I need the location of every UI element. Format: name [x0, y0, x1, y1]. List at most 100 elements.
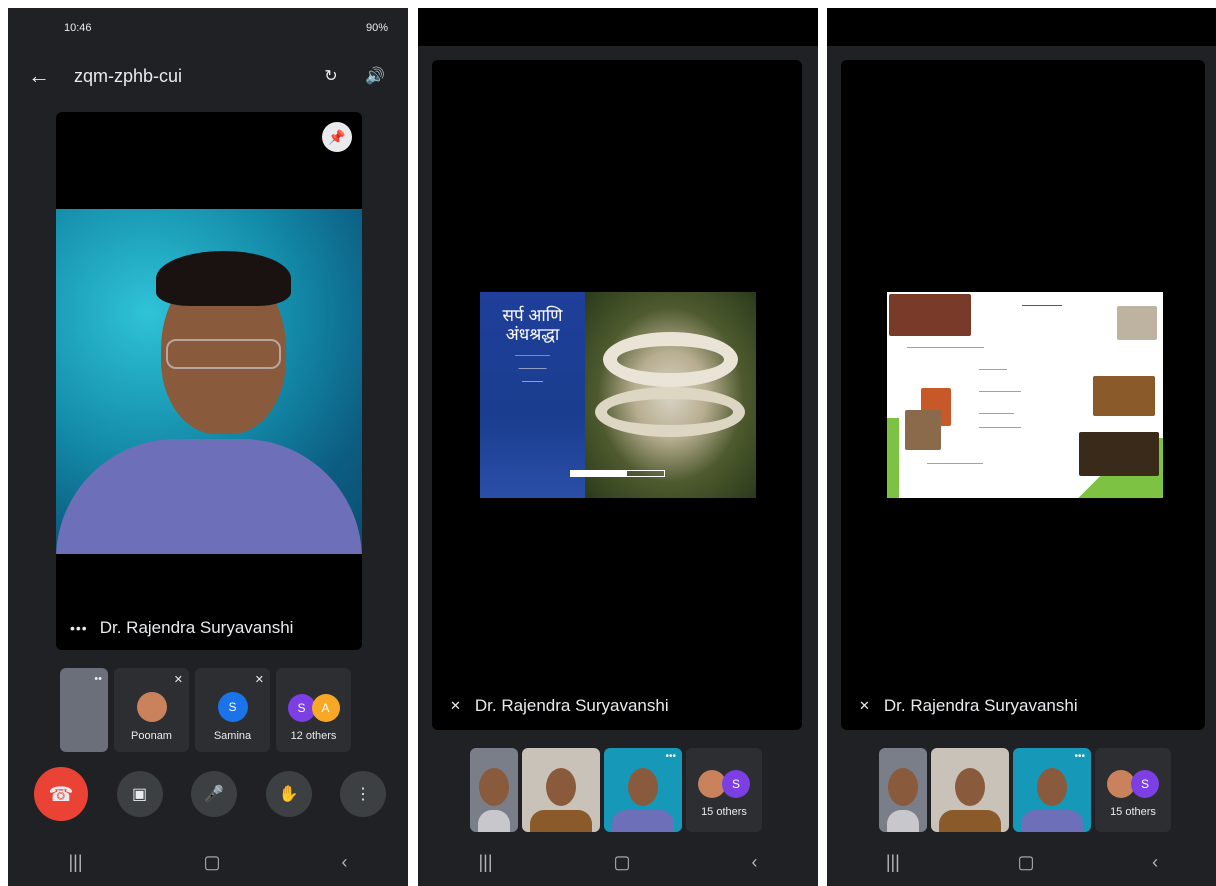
participant-name: Poonam: [131, 730, 172, 742]
presentation-screen: ———— ——————————— ———— —————— ————— —————…: [827, 8, 1216, 886]
speaker-icon[interactable]: 🔊: [362, 63, 388, 89]
system-nav-bar: ||| ▢ ‹: [418, 838, 818, 886]
others-count: 15 others: [1110, 806, 1156, 818]
person-shirt: [530, 810, 592, 832]
presentation-tile[interactable]: सर्प आणि अंधश्रद्धा ————— ———— ——— ✕ Dr.…: [432, 60, 802, 730]
snake-image: [585, 292, 756, 498]
presenter-name: Dr. Rajendra Suryavanshi: [883, 696, 1078, 715]
slide-author-line: —————: [515, 352, 550, 359]
participant-thumb[interactable]: [522, 748, 600, 832]
home-icon[interactable]: ▢: [1017, 852, 1034, 873]
slide-text-line: ——————: [979, 388, 1021, 395]
avatar-group: S: [698, 770, 750, 798]
main-video-tile[interactable]: 📌 ••• Dr. Rajendra Suryavanshi: [56, 112, 362, 650]
system-nav-bar: ||| ▢ ‹: [8, 838, 408, 886]
person-face: [955, 768, 985, 806]
participant-tile-poonam[interactable]: ✕ Poonam: [114, 668, 189, 752]
slide-photo: [1117, 306, 1157, 340]
slide-photo: [1093, 376, 1155, 416]
meeting-code[interactable]: zqm-zphb-cui: [74, 66, 300, 87]
avatar: S: [1131, 770, 1159, 798]
slide-photo: [889, 294, 971, 336]
slide-accent: [887, 418, 899, 498]
call-controls: ☎ ▣ 🎤 ✋ ⋮: [34, 767, 386, 821]
avatar-group: S A: [287, 694, 340, 722]
slide-text-line: ————————: [927, 460, 983, 467]
home-icon[interactable]: ▢: [614, 852, 631, 873]
presentation-tile[interactable]: ———— ——————————— ———— —————— ————— —————…: [841, 60, 1205, 730]
self-preview-tile[interactable]: ••: [60, 668, 108, 752]
back-arrow-icon[interactable]: ←: [28, 63, 64, 89]
others-count: 12 others: [290, 730, 337, 742]
home-icon[interactable]: ▢: [204, 852, 221, 873]
slide-photo: [905, 410, 941, 450]
slide-org-line: ———: [522, 378, 543, 385]
status-bar: [827, 8, 1216, 46]
snake-body-upper: [603, 332, 738, 387]
person-glasses: [166, 339, 281, 369]
status-bar: 10:46 90%: [8, 8, 408, 48]
others-count: 15 others: [701, 806, 747, 818]
person-shirt: [939, 810, 1001, 832]
slide-title-panel: सर्प आणि अंधश्रद्धा ————— ———— ———: [480, 292, 585, 498]
recent-apps-icon[interactable]: |||: [478, 852, 492, 873]
slide-text-line: ———————————: [907, 344, 984, 351]
participant-name: Samina: [213, 730, 252, 742]
status-time: 10:46: [64, 22, 92, 34]
tile-name-label: ••• Dr. Rajendra Suryavanshi: [70, 618, 293, 638]
mic-off-icon: ✕: [254, 674, 264, 686]
shared-slide: सर्प आणि अंधश्रद्धा ————— ———— ———: [480, 292, 756, 498]
others-tile[interactable]: S 15 others: [1095, 748, 1171, 832]
more-dots-icon: ••: [94, 673, 102, 685]
participant-thumb[interactable]: [931, 748, 1009, 832]
person-face: [1037, 768, 1067, 806]
end-call-button[interactable]: ☎: [34, 767, 88, 821]
recent-apps-icon[interactable]: |||: [68, 852, 82, 873]
person-face: [546, 768, 576, 806]
participant-strip: ••• S 15 others: [879, 748, 1171, 832]
system-nav-bar: ||| ▢ ‹: [827, 838, 1216, 886]
participant-thumb[interactable]: •••: [1013, 748, 1091, 832]
others-tile[interactable]: S 15 others: [686, 748, 762, 832]
switch-camera-icon[interactable]: ↻: [318, 63, 344, 89]
participant-name: Dr. Rajendra Suryavanshi: [99, 618, 294, 637]
presentation-screen: सर्प आणि अंधश्रद्धा ————— ———— ——— ✕ Dr.…: [418, 8, 818, 886]
shared-slide: ———— ——————————— ———— —————— ————— —————…: [887, 292, 1163, 498]
raise-hand-button[interactable]: ✋: [265, 771, 312, 817]
avatar-group: S: [1107, 770, 1159, 798]
participant-strip: ••• S 15 others: [470, 748, 762, 832]
mic-toggle-button[interactable]: 🎤: [191, 771, 237, 817]
camera-toggle-button[interactable]: ▣: [116, 771, 163, 817]
slide-photo: [1079, 432, 1159, 476]
slide-heading: ————: [1022, 300, 1062, 311]
top-bar: ← zqm-zphb-cui ↻ 🔊: [8, 56, 408, 96]
nav-back-icon[interactable]: ‹: [1152, 852, 1158, 873]
participant-strip: •• ✕ Poonam ✕ S Samina S A 12 others: [60, 668, 351, 752]
participant-thumb[interactable]: [470, 748, 518, 832]
slide-subtitle-line: ————: [518, 365, 547, 372]
meet-call-screen: 10:46 90% ← zqm-zphb-cui ↻ 🔊 📌 ••• Dr. R…: [8, 8, 408, 886]
avatar: S: [722, 770, 750, 798]
slide-text-line: ————: [979, 366, 1007, 373]
person-shirt: [478, 810, 510, 832]
audio-level-icon: •••: [1074, 751, 1085, 762]
others-tile[interactable]: S A 12 others: [276, 668, 351, 752]
participant-tile-samina[interactable]: ✕ S Samina: [195, 668, 270, 752]
person-hair: [156, 251, 291, 306]
status-battery: 90%: [365, 22, 388, 34]
slide-title: सर्प आणि अंधश्रद्धा: [502, 306, 563, 344]
mic-off-icon: ✕: [173, 674, 183, 686]
person-shirt: [56, 439, 362, 554]
more-options-button[interactable]: ⋮: [340, 771, 386, 817]
nav-back-icon[interactable]: ‹: [342, 852, 348, 873]
presenter-name: Dr. Rajendra Suryavanshi: [474, 696, 669, 715]
nav-back-icon[interactable]: ‹: [752, 852, 758, 873]
participant-thumb[interactable]: •••: [604, 748, 682, 832]
presenter-label: ✕ Dr. Rajendra Suryavanshi: [859, 696, 1078, 716]
person-face: [888, 768, 918, 806]
recent-apps-icon[interactable]: |||: [886, 852, 900, 873]
pin-icon[interactable]: 📌: [322, 122, 352, 152]
presenter-label: ✕ Dr. Rajendra Suryavanshi: [450, 696, 669, 716]
participant-video: [56, 209, 362, 554]
participant-thumb[interactable]: [879, 748, 927, 832]
